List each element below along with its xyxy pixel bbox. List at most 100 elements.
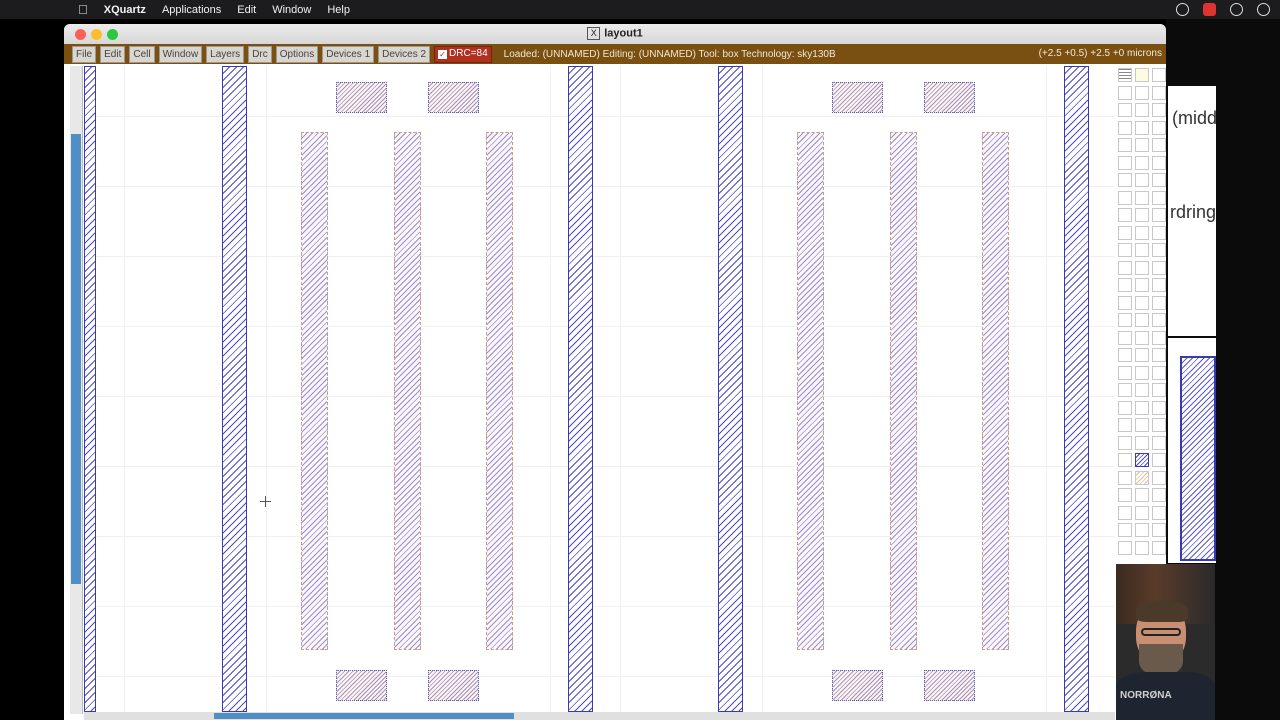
layer-swatch[interactable] — [1152, 505, 1166, 520]
layer-swatch[interactable] — [1135, 418, 1149, 432]
layer-swatch[interactable] — [1135, 488, 1149, 502]
horizontal-scrollbar[interactable] — [84, 712, 1115, 720]
layer-swatch[interactable] — [1152, 155, 1166, 170]
contact-pad[interactable] — [832, 670, 883, 701]
layer-swatch[interactable] — [1152, 470, 1166, 485]
menu-applications[interactable]: Applications — [154, 4, 229, 16]
metal-rail[interactable] — [568, 66, 593, 712]
layer-swatch[interactable] — [1118, 400, 1132, 415]
layer-swatch[interactable] — [1135, 208, 1149, 222]
window-button[interactable]: Window — [158, 45, 203, 63]
vertical-scrollbar[interactable] — [70, 66, 83, 714]
contact-pad[interactable] — [924, 670, 975, 701]
layer-swatch[interactable] — [1152, 365, 1166, 380]
layer-swatch[interactable] — [1152, 488, 1166, 502]
contact-pad[interactable] — [428, 82, 479, 113]
metal-rail[interactable] — [1064, 66, 1089, 712]
file-button[interactable]: File — [72, 45, 97, 63]
edit-button[interactable]: Edit — [100, 45, 126, 63]
layer-swatch[interactable] — [1118, 348, 1132, 362]
layer-swatch[interactable] — [1118, 278, 1132, 292]
info-icon[interactable] — [1257, 3, 1270, 16]
layer-swatch[interactable] — [1135, 453, 1149, 467]
layer-swatch[interactable] — [1118, 295, 1132, 310]
options-button[interactable]: Options — [275, 45, 319, 63]
layer-swatch[interactable] — [1118, 243, 1132, 257]
layers-button[interactable]: Layers — [206, 45, 245, 63]
layer-swatch[interactable] — [1118, 120, 1132, 135]
layer-swatch[interactable] — [1152, 383, 1166, 397]
layer-swatch[interactable] — [1118, 383, 1132, 397]
layer-swatch[interactable] — [1152, 435, 1166, 450]
layer-swatch[interactable] — [1152, 330, 1166, 345]
layer-swatch[interactable] — [1118, 470, 1132, 485]
layer-swatch[interactable] — [1152, 173, 1166, 187]
layer-swatch[interactable] — [1118, 85, 1132, 100]
cell-button[interactable]: Cell — [129, 45, 155, 63]
drc-status-badge[interactable]: ✓ DRC=84 — [434, 45, 492, 63]
layer-swatch[interactable] — [1118, 208, 1132, 222]
layer-swatch[interactable] — [1135, 190, 1149, 205]
layer-swatch[interactable] — [1152, 260, 1166, 275]
layer-swatch[interactable] — [1152, 278, 1166, 292]
poly-finger[interactable] — [797, 132, 824, 650]
layer-swatch[interactable] — [1118, 138, 1132, 152]
layer-swatch[interactable] — [1118, 173, 1132, 187]
metal-rail[interactable] — [718, 66, 743, 712]
menu-help[interactable]: Help — [319, 4, 358, 16]
layer-swatch[interactable] — [1135, 383, 1149, 397]
layer-swatch[interactable] — [1118, 68, 1132, 82]
layer-swatch[interactable] — [1152, 418, 1166, 432]
layer-swatch[interactable] — [1135, 278, 1149, 292]
layer-swatch[interactable] — [1135, 103, 1149, 117]
layer-swatch[interactable] — [1135, 313, 1149, 327]
extension-icon[interactable] — [1203, 3, 1216, 16]
layer-swatch[interactable] — [1135, 470, 1149, 485]
menu-window[interactable]: Window — [264, 4, 319, 16]
layer-swatch[interactable] — [1152, 348, 1166, 362]
layer-swatch[interactable] — [1135, 365, 1149, 380]
layer-swatch[interactable] — [1118, 313, 1132, 327]
layer-swatch[interactable] — [1152, 400, 1166, 415]
layer-swatch[interactable] — [1118, 190, 1132, 205]
layer-swatch[interactable] — [1118, 260, 1132, 275]
devices-1-button[interactable]: Devices 1 — [322, 45, 375, 63]
layer-swatch[interactable] — [1152, 313, 1166, 327]
layer-swatch[interactable] — [1135, 435, 1149, 450]
title-bar[interactable]: Xlayout1 — [64, 24, 1166, 45]
layer-swatch[interactable] — [1118, 523, 1132, 537]
layer-swatch[interactable] — [1152, 453, 1166, 467]
layer-swatch[interactable] — [1152, 208, 1166, 222]
menu-app-name[interactable]: XQuartz — [96, 4, 154, 16]
layer-swatch[interactable] — [1152, 295, 1166, 310]
poly-finger[interactable] — [982, 132, 1009, 650]
contact-pad[interactable] — [336, 670, 387, 701]
contact-pad[interactable] — [428, 670, 479, 701]
layer-swatch[interactable] — [1118, 418, 1132, 432]
menu-edit[interactable]: Edit — [229, 4, 264, 16]
layer-swatch[interactable] — [1152, 68, 1166, 82]
layer-swatch[interactable] — [1135, 523, 1149, 537]
layer-swatch[interactable] — [1118, 103, 1132, 117]
contact-pad[interactable] — [336, 82, 387, 113]
sync-icon[interactable] — [1176, 3, 1189, 16]
poly-finger[interactable] — [301, 132, 328, 650]
layer-swatch[interactable] — [1135, 120, 1149, 135]
layer-swatch[interactable] — [1152, 138, 1166, 152]
metal-rail[interactable] — [84, 66, 96, 712]
layer-swatch[interactable] — [1152, 85, 1166, 100]
horizontal-scroll-thumb[interactable] — [214, 713, 514, 719]
layer-swatch[interactable] — [1135, 295, 1149, 310]
layer-swatch[interactable] — [1118, 435, 1132, 450]
metal-rail[interactable] — [222, 66, 247, 712]
layer-swatch[interactable] — [1152, 243, 1166, 257]
layer-swatch[interactable] — [1135, 225, 1149, 240]
layer-swatch[interactable] — [1135, 173, 1149, 187]
layer-swatch[interactable] — [1152, 540, 1166, 555]
layer-swatch[interactable] — [1135, 68, 1149, 82]
layer-swatch[interactable] — [1118, 488, 1132, 502]
layer-swatch[interactable] — [1135, 330, 1149, 345]
layer-swatch[interactable] — [1135, 138, 1149, 152]
settings-icon[interactable] — [1230, 3, 1243, 16]
layer-swatch[interactable] — [1135, 85, 1149, 100]
